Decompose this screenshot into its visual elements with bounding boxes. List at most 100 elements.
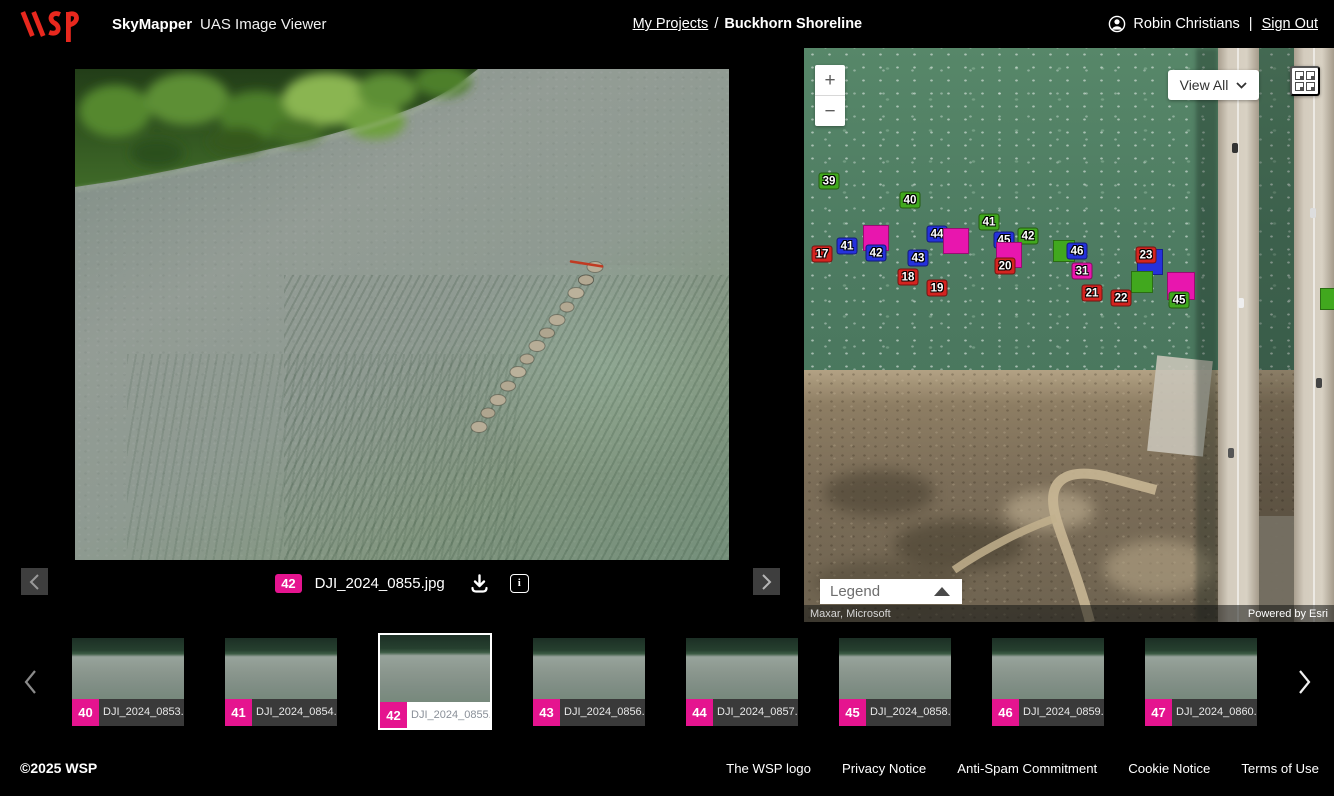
- map-marker-46[interactable]: 46: [1067, 243, 1088, 260]
- footer-link[interactable]: Terms of Use: [1241, 761, 1319, 776]
- stone-mounds: [471, 262, 603, 433]
- thumbnail-number-badge: 45: [839, 699, 866, 726]
- map-marker-40[interactable]: 40: [900, 192, 921, 209]
- app-subtitle: UAS Image Viewer: [200, 16, 326, 33]
- thumbnail-strip-items: 40DJI_2024_0853.... 41DJI_2024_0854.... 42…: [72, 630, 1257, 733]
- vehicle: [1316, 378, 1322, 388]
- map-marker-43[interactable]: 43: [908, 250, 929, 267]
- thumbnail-40[interactable]: 40DJI_2024_0853....: [72, 638, 184, 726]
- map-marker-31[interactable]: 31: [1072, 263, 1093, 280]
- map-marker-39[interactable]: 39: [819, 173, 840, 190]
- zoom-in-button[interactable]: +: [815, 65, 845, 95]
- map-marker-17[interactable]: 17: [812, 246, 833, 263]
- thumbnail-41[interactable]: 41DJI_2024_0854....: [225, 638, 337, 726]
- thumbnail-44[interactable]: 44DJI_2024_0857....: [686, 638, 798, 726]
- map-panel: 39404142174142444318194520463123212245 +…: [804, 48, 1334, 622]
- top-header: SkyMapper UAS Image Viewer My Projects /…: [0, 0, 1334, 48]
- bridge-span: [1218, 48, 1259, 622]
- image-info-button[interactable]: i: [510, 574, 529, 593]
- user-menu: Robin Christians | Sign Out: [1108, 0, 1318, 48]
- page-footer: ©2025 WSP The WSP logo Privacy Notice Anti…: [0, 733, 1334, 796]
- map-marker-45[interactable]: 45: [1169, 292, 1190, 309]
- breadcrumb-my-projects-link[interactable]: My Projects: [633, 16, 709, 32]
- breadcrumb: My Projects / Buckhorn Shoreline: [633, 0, 863, 48]
- map-marker-square[interactable]: [1320, 288, 1334, 310]
- map-attribution: Maxar, Microsoft Powered by Esri: [804, 605, 1334, 622]
- map-marker-square[interactable]: [1131, 271, 1153, 293]
- thumbnail-image: [839, 638, 951, 699]
- map-marker-41[interactable]: 41: [979, 214, 1000, 231]
- next-image-button[interactable]: [753, 568, 780, 595]
- thumbnail-number-badge: 47: [1145, 699, 1172, 726]
- download-icon: [469, 573, 490, 594]
- thumbnail-image: [992, 638, 1104, 699]
- thumbnail-strip: 40DJI_2024_0853.... 41DJI_2024_0854.... 42…: [0, 630, 1334, 733]
- thumbnail-46[interactable]: 46DJI_2024_0859....: [992, 638, 1104, 726]
- thumbnail-45[interactable]: 45DJI_2024_0858....: [839, 638, 951, 726]
- legend-label: Legend: [820, 583, 934, 600]
- view-all-label: View All: [1180, 77, 1229, 93]
- footer-link[interactable]: The WSP logo: [726, 761, 811, 776]
- footer-link[interactable]: Cookie Notice: [1128, 761, 1210, 776]
- vehicle: [1228, 448, 1234, 458]
- basemap-grid-icon: [1295, 82, 1304, 91]
- user-icon: [1108, 15, 1126, 33]
- thumbnails-next-button[interactable]: [1282, 630, 1326, 733]
- thumbnail-image: [1145, 638, 1257, 699]
- image-filename: DJI_2024_0855.jpg: [315, 575, 445, 592]
- map-marker-23[interactable]: 23: [1136, 247, 1157, 264]
- map-marker-22[interactable]: 22: [1111, 290, 1132, 307]
- thumbnail-43[interactable]: 43DJI_2024_0856....: [533, 638, 645, 726]
- previous-image-button[interactable]: [21, 568, 48, 595]
- thumbnail-filename: DJI_2024_0857....: [713, 706, 798, 718]
- thumbnail-label: 43DJI_2024_0856....: [533, 699, 645, 726]
- thumbnail-label: 40DJI_2024_0853....: [72, 699, 184, 726]
- map-marker-19[interactable]: 19: [927, 280, 948, 297]
- thumbnail-filename: DJI_2024_0856....: [560, 706, 645, 718]
- map-marker-21[interactable]: 21: [1082, 285, 1103, 302]
- zoom-out-button[interactable]: −: [815, 96, 845, 126]
- thumbnail-42[interactable]: 42DJI_2024_0855...: [378, 633, 492, 730]
- attribution-providers: Maxar, Microsoft: [810, 608, 891, 620]
- map-marker-42[interactable]: 42: [866, 245, 887, 262]
- thumbnail-number-badge: 42: [380, 702, 407, 728]
- map-marker-20[interactable]: 20: [995, 258, 1016, 275]
- chevron-right-icon: [761, 573, 772, 591]
- vehicle: [1238, 298, 1244, 308]
- thumbnail-label: 42DJI_2024_0855...: [380, 702, 490, 728]
- thumbnail-filename: DJI_2024_0859....: [1019, 706, 1104, 718]
- vehicle: [1310, 208, 1316, 218]
- basemap-grid-icon: [1306, 71, 1315, 80]
- basemap-grid-icon: [1295, 71, 1304, 80]
- thumbnail-47[interactable]: 47DJI_2024_0860....: [1145, 638, 1257, 726]
- thumbnail-image: [380, 635, 490, 702]
- thumbnail-number-badge: 40: [72, 699, 99, 726]
- basemap-gallery-button[interactable]: [1290, 66, 1320, 96]
- legend-toggle[interactable]: Legend: [820, 579, 962, 604]
- thumbnail-image: [72, 638, 184, 699]
- footer-link[interactable]: Privacy Notice: [842, 761, 926, 776]
- app-title: SkyMapper UAS Image Viewer: [112, 0, 327, 48]
- map-marker-square[interactable]: [943, 228, 969, 254]
- current-image-bar: 42 DJI_2024_0855.jpg i: [75, 570, 729, 596]
- thumbnail-label: 41DJI_2024_0854....: [225, 699, 337, 726]
- bridge-shadow: [1196, 48, 1218, 622]
- map-marker-18[interactable]: 18: [898, 269, 919, 286]
- image-viewer-panel: 42 DJI_2024_0855.jpg i: [0, 48, 804, 630]
- lane-line: [1237, 48, 1239, 622]
- footer-links: The WSP logo Privacy Notice Anti-Spam Comm…: [726, 761, 1319, 776]
- thumbnail-label: 45DJI_2024_0858....: [839, 699, 951, 726]
- download-button[interactable]: [469, 573, 490, 594]
- thumbnail-filename: DJI_2024_0854....: [252, 706, 337, 718]
- copyright-text: ©2025 WSP: [20, 760, 97, 776]
- bridge-gap-shadow: [1259, 48, 1294, 622]
- bridge-span: [1294, 48, 1334, 622]
- thumbnail-image: [686, 638, 798, 699]
- view-all-dropdown[interactable]: View All: [1168, 70, 1259, 100]
- thumbnail-number-badge: 43: [533, 699, 560, 726]
- sign-out-link[interactable]: Sign Out: [1262, 16, 1318, 32]
- thumbnails-previous-button[interactable]: [8, 630, 52, 733]
- map-marker-41[interactable]: 41: [837, 238, 858, 255]
- footer-link[interactable]: Anti-Spam Commitment: [957, 761, 1097, 776]
- info-icon: i: [510, 574, 529, 593]
